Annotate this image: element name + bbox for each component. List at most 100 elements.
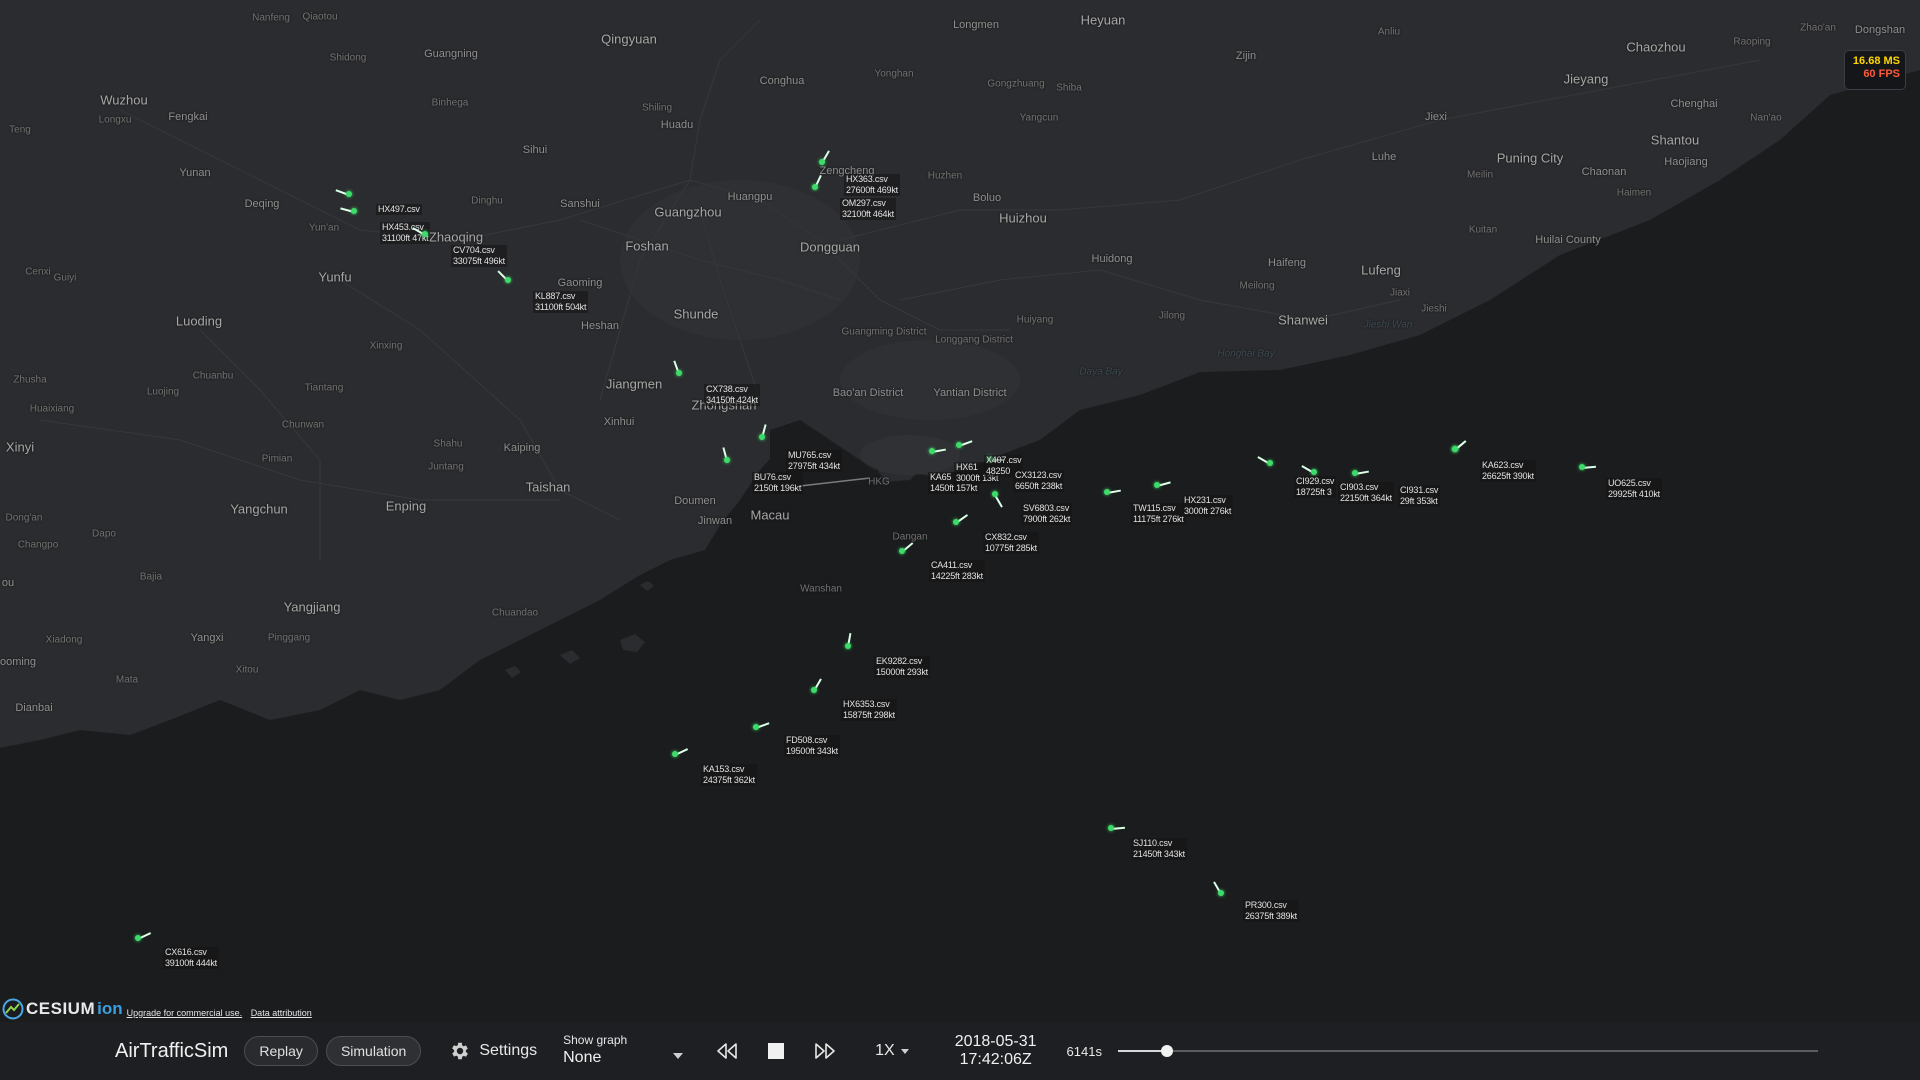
aircraft-label: EK9282.csv 15000ft 293kt (874, 656, 930, 678)
aircraft-info: 32100ft 464kt (842, 209, 894, 219)
simulation-clock: 2018-05-31 17:42:06Z (955, 1033, 1037, 1069)
aircraft-dot-icon (1218, 890, 1224, 896)
settings-label: Settings (479, 1042, 538, 1059)
aircraft-label: TW115.csv 11175ft 276kt (1131, 503, 1186, 525)
urban-area-3 (860, 435, 960, 475)
aircraft-id: KL887.csv (535, 291, 576, 301)
slider-thumb[interactable] (1160, 1045, 1173, 1057)
aircraft-label: OM297.csv 32100ft 464kt (840, 198, 896, 220)
settings-button[interactable]: Settings (449, 1040, 537, 1062)
aircraft-info: 1450ft 157kt (930, 483, 978, 493)
aircraft-id: CX616.csv (165, 947, 207, 957)
app-title: AirTrafficSim (115, 1039, 229, 1062)
aircraft-label: CX3123.csv 6650ft 238kt (1013, 470, 1065, 492)
aircraft-dot-icon (992, 491, 998, 497)
aircraft-info: 33075ft 496kt (453, 256, 505, 266)
aircraft-label: CI903.csv 22150ft 364kt (1338, 482, 1394, 504)
aircraft-label: HX6353.csv 15875ft 298kt (841, 699, 897, 721)
aircraft-info: 10775ft 285kt (985, 543, 1037, 553)
aircraft-dot-icon (759, 434, 765, 440)
map-basemap (0, 0, 1920, 1022)
aircraft-id: UO625.csv (1608, 478, 1651, 488)
urban-area (620, 180, 860, 340)
aircraft-id: TW115.csv (1133, 503, 1176, 513)
timeline-slider[interactable] (1117, 1041, 1818, 1061)
aircraft-label: PR300.csv 26375ft 389kt (1243, 900, 1299, 922)
aircraft-label: CX616.csv 39100ft 444kt (163, 947, 219, 969)
credits-bar: CESIUM ion Upgrade for commercial use. D… (2, 990, 318, 1020)
rewind-button[interactable] (715, 1042, 739, 1060)
map-viewport[interactable]: Qingyuan Longmen Heyuan Dongshan Zhao'an Raop… (0, 0, 1920, 1022)
aircraft-info: 27975ft 434kt (788, 461, 840, 471)
aircraft-info: 34150ft 424kt (706, 395, 758, 405)
aircraft-dot-icon (811, 687, 817, 693)
data-attribution-link[interactable]: Data attribution (251, 1008, 312, 1018)
performance-display: 16.68 MS 60 FPS (1844, 50, 1906, 90)
aircraft-label: KA153.csv 24375ft 362kt (701, 764, 757, 786)
speed-select[interactable]: 1X (875, 1042, 909, 1060)
aircraft-dot-icon (1108, 825, 1114, 831)
aircraft-label: CA411.csv 14225ft 283kt (929, 560, 985, 582)
aircraft-info: 22150ft 364kt (1340, 493, 1392, 503)
aircraft-dot-icon (899, 548, 905, 554)
aircraft-info: 21450ft 343kt (1133, 849, 1185, 859)
stop-icon (768, 1043, 785, 1059)
show-graph-select[interactable]: Show graph None (563, 1031, 684, 1071)
upgrade-link[interactable]: Upgrade for commercial use. (127, 1008, 243, 1018)
aircraft-info: 27600ft 469kt (846, 185, 898, 195)
aircraft-dot-icon (1154, 482, 1160, 488)
aircraft-id: PR300.csv (1245, 900, 1287, 910)
stop-button[interactable] (767, 1042, 785, 1060)
aircraft-id: KA623.csv (1482, 460, 1524, 470)
aircraft-dot-icon (819, 159, 825, 165)
replay-button[interactable]: Replay (244, 1036, 318, 1066)
aircraft-label: SV6803.csv 7900ft 262kt (1021, 503, 1073, 525)
aircraft-id: HX497.csv (378, 204, 420, 214)
aircraft-id: HX363.csv (846, 174, 888, 184)
cesium-logo-text: CESIUM (26, 999, 96, 1018)
cesium-logo-icon (2, 998, 24, 1020)
elapsed-time: 6141s (1066, 1043, 1102, 1059)
aircraft-dot-icon (676, 370, 682, 376)
aircraft-dot-icon (1104, 489, 1110, 495)
aircraft-label: KA623.csv 26625ft 390kt (1480, 460, 1536, 482)
fast-forward-button[interactable] (813, 1042, 837, 1060)
aircraft-id: CI903.csv (1340, 482, 1379, 492)
aircraft-id: FD508.csv (786, 735, 828, 745)
aircraft-dot-icon (1452, 446, 1458, 452)
aircraft-info: 29925ft 410kt (1608, 489, 1660, 499)
aircraft-label: CX832.csv 10775ft 285kt (983, 532, 1039, 554)
aircraft-info: 14225ft 283kt (931, 571, 983, 581)
cesium-ion-logo[interactable]: CESIUM ion (2, 998, 123, 1020)
aircraft-dot-icon (845, 643, 851, 649)
aircraft-info: 26625ft 390kt (1482, 471, 1534, 481)
aircraft-info: 15000ft 293kt (876, 667, 928, 677)
clock-time: 17:42:06Z (959, 1051, 1032, 1068)
cesium-logo-suffix: ion (97, 999, 123, 1018)
aircraft-label: CI931.csv 29ft 353kt (1398, 485, 1441, 507)
aircraft-label: HX363.csv 27600ft 469kt (844, 174, 900, 196)
fast-forward-icon (815, 1043, 835, 1059)
aircraft-label: HX497.csv (376, 204, 422, 215)
aircraft-id: CX3123.csv (1015, 470, 1062, 480)
aircraft-info: 26375ft 389kt (1245, 911, 1297, 921)
frame-time: 16.68 MS (1852, 55, 1900, 67)
credit-links: Upgrade for commercial use. Data attribu… (127, 1008, 318, 1018)
show-graph-value: None (563, 1049, 602, 1066)
aircraft-id: CA411.csv (931, 560, 973, 570)
aircraft-id: KA153.csv (703, 764, 745, 774)
aircraft-label: CX738.csv 34150ft 424kt (704, 384, 760, 406)
aircraft-info: 11175ft 276kt (1133, 514, 1184, 524)
aircraft-dot-icon (1267, 460, 1273, 466)
aircraft-dot-icon (724, 457, 730, 463)
slider-fill (1117, 1050, 1167, 1052)
simulation-button[interactable]: Simulation (325, 1036, 422, 1066)
aircraft-label: KL887.csv 31100ft 504kt (533, 291, 589, 313)
aircraft-dot-icon (505, 277, 511, 283)
aircraft-info: 18725ft 3 (1296, 487, 1332, 497)
aircraft-info: 24375ft 362kt (703, 775, 755, 785)
aircraft-info: 3000ft 276kt (1184, 506, 1232, 516)
aircraft-info: 31100ft 504kt (535, 302, 587, 312)
slider-track (1117, 1050, 1818, 1052)
aircraft-id: CV704.csv (453, 245, 495, 255)
